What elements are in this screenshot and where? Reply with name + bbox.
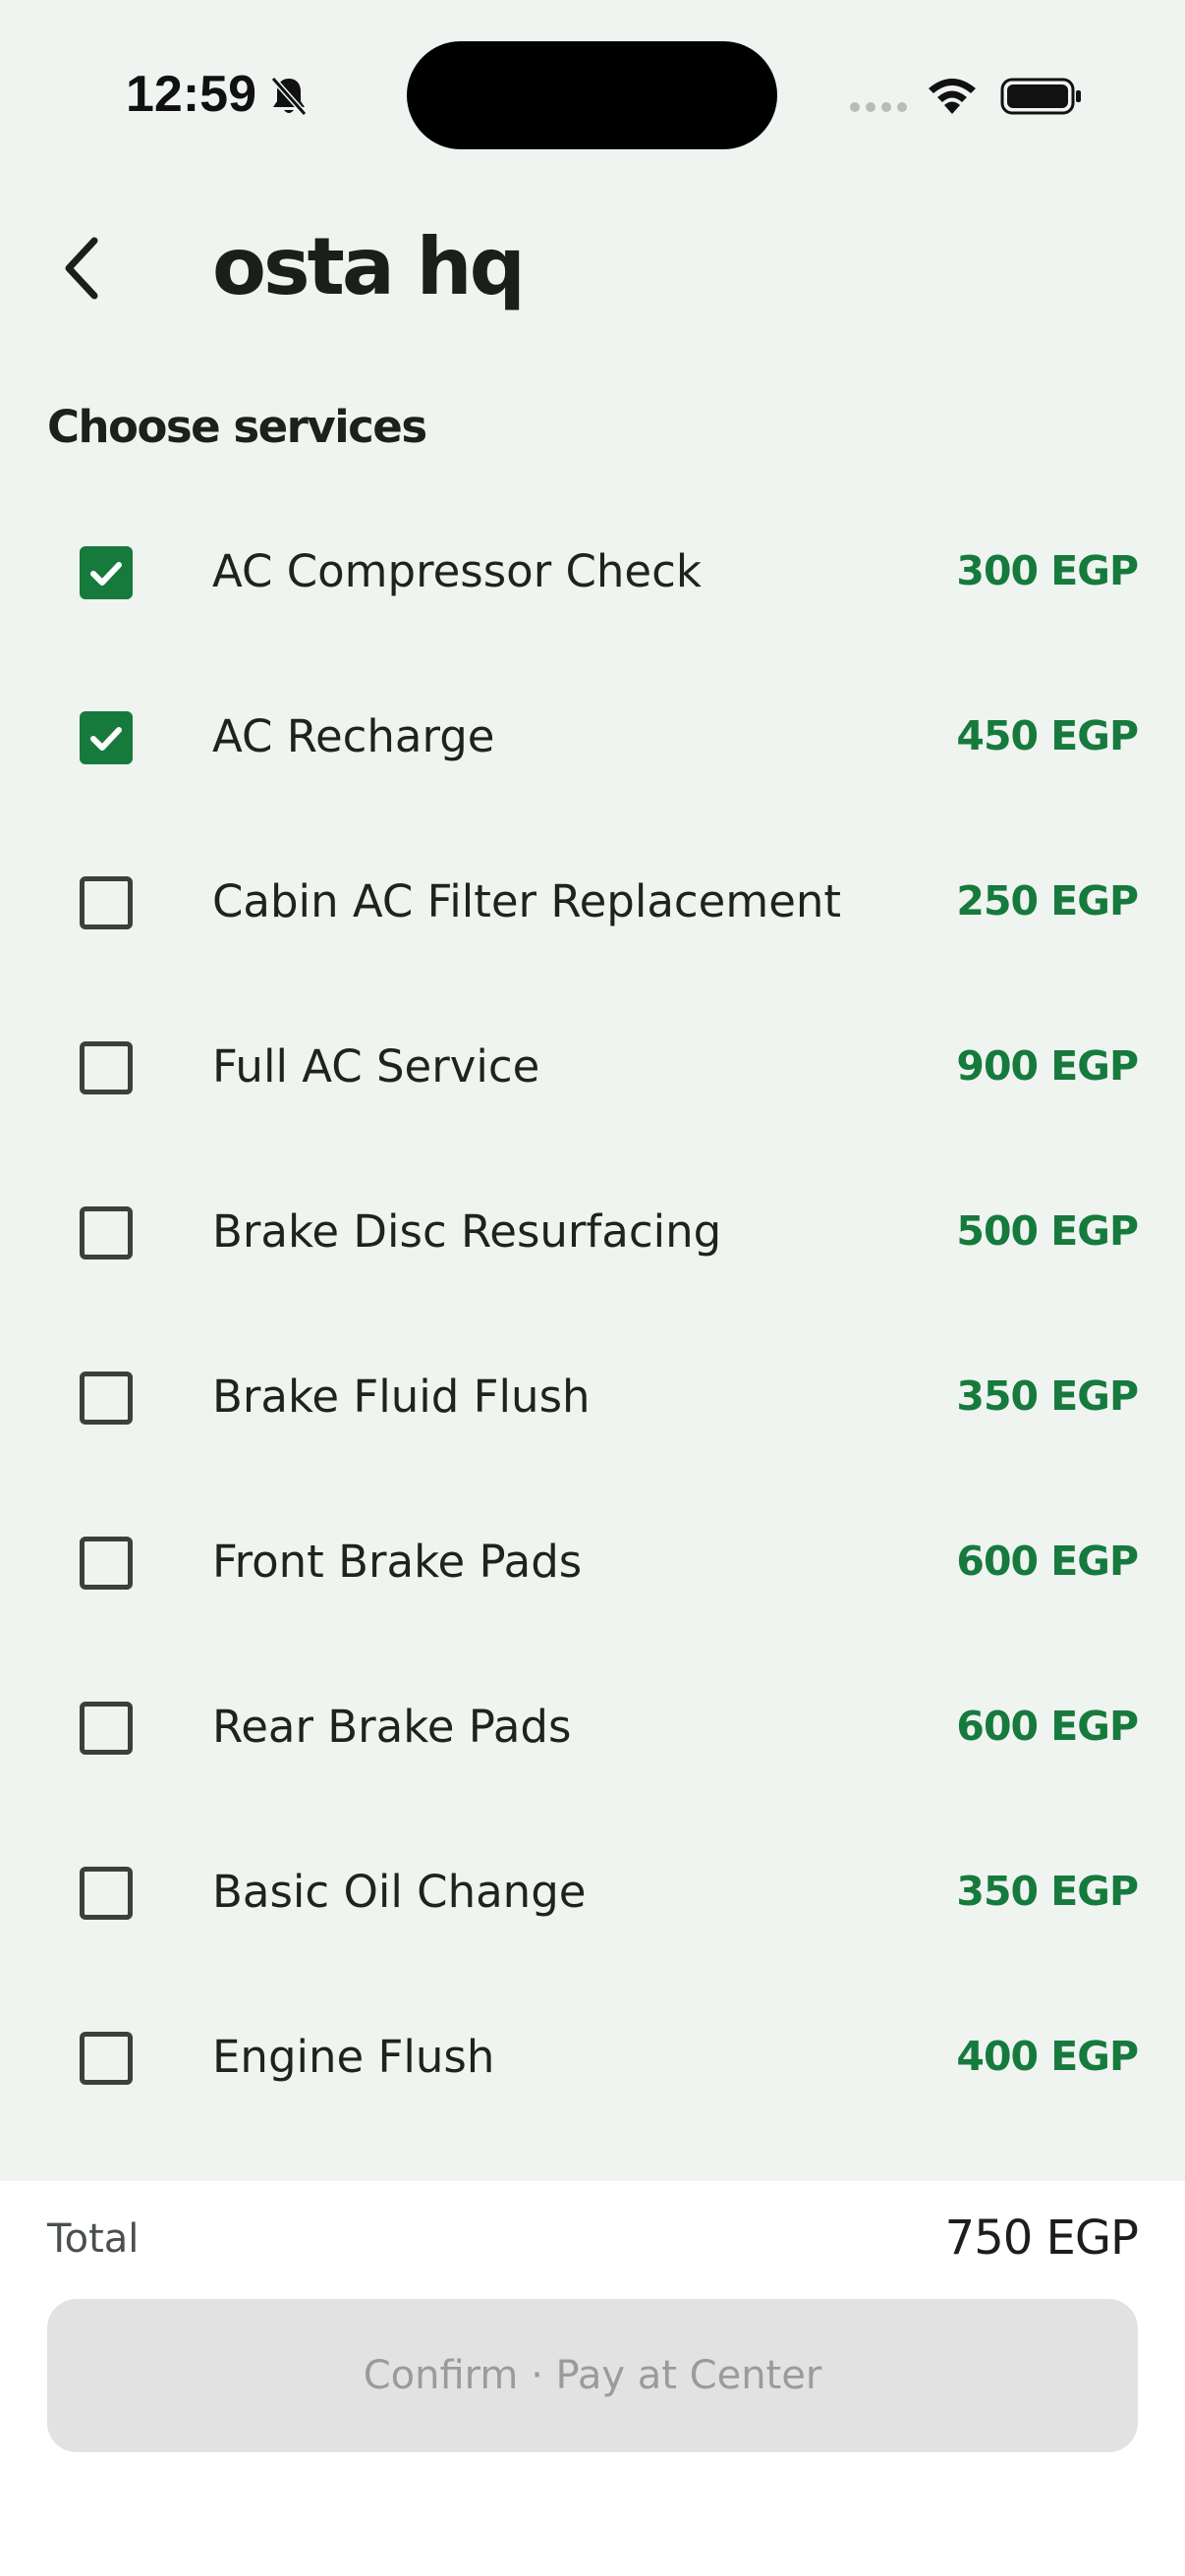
service-price: 400 EGP xyxy=(956,2033,1139,2080)
footer: Total 750 EGP Confirm · Pay at Center xyxy=(0,2181,1185,2576)
service-price: 900 EGP xyxy=(956,1042,1139,1090)
service-price: 250 EGP xyxy=(956,877,1139,924)
header: osta hq xyxy=(0,221,1185,329)
service-row[interactable]: Full AC Service 900 EGP xyxy=(0,986,1185,1151)
service-name: Cabin AC Filter Replacement xyxy=(212,875,842,927)
confirm-button[interactable]: Confirm · Pay at Center xyxy=(47,2299,1138,2452)
wifi-icon xyxy=(929,79,976,114)
service-checkbox[interactable] xyxy=(80,1537,133,1590)
service-name: Basic Oil Change xyxy=(212,1866,587,1918)
service-checkbox[interactable] xyxy=(80,1702,133,1755)
page-title: osta hq xyxy=(212,221,526,312)
status-time: 12:59 xyxy=(126,66,256,123)
service-row[interactable]: Cabin AC Filter Replacement 250 EGP xyxy=(0,821,1185,986)
service-name: Brake Fluid Flush xyxy=(212,1371,591,1423)
service-checkbox[interactable] xyxy=(80,711,133,764)
total-value: 750 EGP xyxy=(944,2211,1139,2266)
service-checkbox[interactable] xyxy=(80,1041,133,1094)
service-name: Rear Brake Pads xyxy=(212,1701,572,1753)
service-name: Engine Flush xyxy=(212,2031,495,2083)
service-row[interactable]: Front Brake Pads 600 EGP xyxy=(0,1482,1185,1647)
service-row[interactable]: AC Compressor Check 300 EGP xyxy=(0,491,1185,656)
service-name: AC Recharge xyxy=(212,710,495,762)
service-price: 500 EGP xyxy=(956,1207,1139,1255)
service-row[interactable]: Brake Fluid Flush 350 EGP xyxy=(0,1316,1185,1482)
status-bar: 12:59 xyxy=(0,0,1185,192)
service-price: 450 EGP xyxy=(956,712,1139,759)
service-price: 350 EGP xyxy=(956,1868,1139,1915)
service-checkbox[interactable] xyxy=(80,546,133,599)
signal-icon xyxy=(850,102,907,112)
service-checkbox[interactable] xyxy=(80,1206,133,1260)
service-name: AC Compressor Check xyxy=(212,545,702,597)
chevron-left-icon[interactable] xyxy=(57,229,106,308)
battery-icon xyxy=(1000,78,1081,115)
total-label: Total xyxy=(47,2216,140,2262)
section-title: Choose services xyxy=(47,401,427,453)
service-checkbox[interactable] xyxy=(80,1372,133,1425)
service-row[interactable]: AC Recharge 450 EGP xyxy=(0,656,1185,821)
service-row[interactable]: Rear Brake Pads 600 EGP xyxy=(0,1647,1185,1812)
service-name: Full AC Service xyxy=(212,1040,540,1092)
service-row[interactable]: Basic Oil Change 350 EGP xyxy=(0,1812,1185,1977)
service-name: Brake Disc Resurfacing xyxy=(212,1205,722,1258)
service-price: 350 EGP xyxy=(956,1372,1139,1420)
service-checkbox[interactable] xyxy=(80,2032,133,2085)
service-row[interactable]: Engine Flush 400 EGP xyxy=(0,1977,1185,2142)
service-checkbox[interactable] xyxy=(80,876,133,929)
bell-slash-icon xyxy=(270,77,308,116)
service-name: Front Brake Pads xyxy=(212,1536,583,1588)
dynamic-island xyxy=(407,41,777,149)
service-checkbox[interactable] xyxy=(80,1867,133,1920)
service-price: 300 EGP xyxy=(956,547,1139,594)
checkmark-icon xyxy=(90,562,122,586)
service-row[interactable]: Brake Disc Resurfacing 500 EGP xyxy=(0,1151,1185,1316)
checkmark-icon xyxy=(90,727,122,751)
service-price: 600 EGP xyxy=(956,1703,1139,1750)
service-price: 600 EGP xyxy=(956,1538,1139,1585)
